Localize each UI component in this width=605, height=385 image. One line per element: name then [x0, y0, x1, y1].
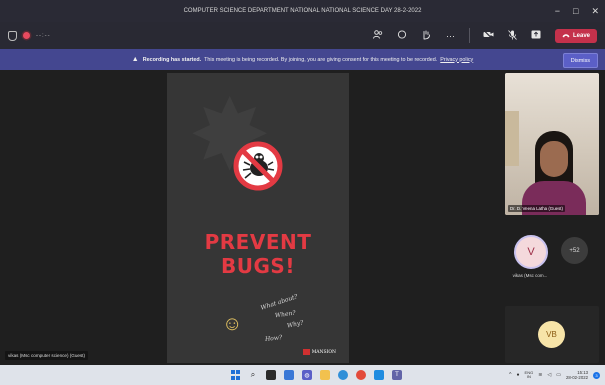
mic-off-icon[interactable] — [507, 29, 518, 42]
store-icon[interactable] — [374, 370, 384, 380]
taskbar-apps: ⌕ ◍ T — [230, 365, 402, 385]
recording-banner: ▲ Recording has started. This meeting is… — [0, 49, 605, 70]
language-indicator[interactable]: ENG IN — [525, 370, 534, 380]
slide-heading-line1: PREVENT — [204, 230, 312, 254]
recording-icon — [23, 32, 30, 39]
battery-icon[interactable]: ▭ — [556, 372, 561, 378]
chat-icon[interactable] — [397, 30, 408, 41]
toolbar-right: ··· Leave — [373, 22, 597, 49]
teams-icon[interactable]: T — [392, 370, 402, 380]
presentation-slide: ✸ PREVENT BUGS! What about? When? Why? H… — [167, 73, 349, 363]
search-icon[interactable]: ⌕ — [248, 370, 258, 380]
participant-avatar-vb: VB — [538, 321, 565, 348]
widgets-icon[interactable] — [284, 370, 294, 380]
shield-icon — [8, 30, 17, 41]
tray-chevron-icon[interactable]: ^ — [509, 372, 511, 378]
maximize-button[interactable]: □ — [573, 6, 578, 16]
slide-brand: MANSION — [302, 349, 336, 355]
participant-vb-tile[interactable]: VB — [505, 306, 599, 363]
slide-question-4: How? — [264, 334, 283, 343]
presenter-name-label: vikas (Msc computer science) (Guest) — [5, 351, 89, 360]
participant-avatar-v[interactable]: V — [514, 235, 548, 269]
brand-logo-icon — [302, 349, 310, 355]
dismiss-button[interactable]: Dismiss — [562, 53, 598, 68]
thinking-figure-icon: ☺ — [222, 313, 243, 335]
meeting-timer: --:-- — [36, 32, 51, 39]
meeting-toolbar: --:-- ··· Leave — [0, 22, 605, 49]
windows-start-icon[interactable] — [230, 370, 240, 380]
window-title: COMPUTER SCIENCE DEPARTMENT NATIONAL NAT… — [183, 8, 422, 14]
minimize-button[interactable]: − — [555, 6, 560, 16]
leave-label: Leave — [572, 32, 590, 39]
toolbar-divider — [468, 28, 470, 43]
slide-question-3: Why? — [286, 319, 305, 330]
more-options-icon[interactable]: ··· — [445, 31, 456, 41]
volume-icon[interactable]: ◁ — [547, 372, 551, 378]
participant-face — [540, 141, 568, 177]
notification-badge[interactable]: 3 — [593, 371, 600, 379]
tray-mic-icon[interactable]: ● — [517, 372, 520, 378]
windows-taskbar: ⌕ ◍ T ^ ● ENG IN ≋ ◁ ▭ 15:13 28-02-2022 … — [0, 365, 605, 385]
camera-off-icon[interactable] — [483, 30, 494, 41]
brand-name: MANSION — [311, 349, 336, 355]
slide-heading-line2: BUGS! — [221, 254, 295, 278]
phone-icon — [562, 34, 570, 38]
participant-video-tile[interactable]: Dr. D. Veena Latha (Guest) — [505, 73, 599, 215]
leave-button[interactable]: Leave — [554, 28, 597, 43]
language-region: IN — [526, 374, 531, 379]
share-screen-icon[interactable] — [531, 30, 542, 41]
window-controls: − □ ✕ — [555, 0, 599, 22]
clock[interactable]: 15:13 28-02-2022 — [566, 370, 588, 380]
task-view-icon[interactable] — [266, 370, 276, 380]
privacy-policy-link[interactable]: Privacy policy — [440, 57, 473, 63]
toolbar-left: --:-- — [8, 22, 51, 49]
warning-icon: ▲ — [131, 56, 139, 63]
file-explorer-icon[interactable] — [320, 370, 330, 380]
participant-video-name: Dr. D. Veena Latha (Guest) — [508, 205, 565, 212]
participant-avatar-v-label: vikas (Msc com... — [512, 273, 548, 278]
chrome-icon[interactable] — [356, 370, 366, 380]
wifi-icon[interactable]: ≋ — [538, 372, 542, 378]
slide-question-2: When? — [274, 309, 297, 320]
window-title-bar: COMPUTER SCIENCE DEPARTMENT NATIONAL NAT… — [0, 0, 605, 22]
people-icon[interactable] — [373, 30, 384, 41]
teams-chat-icon[interactable]: ◍ — [302, 370, 312, 380]
edge-icon[interactable] — [338, 370, 348, 380]
raise-hand-icon[interactable] — [421, 30, 432, 42]
more-participants-badge[interactable]: +52 — [561, 237, 588, 264]
banner-text: This meeting is being recorded. By joini… — [204, 56, 438, 63]
banner-title: Recording has started. — [142, 56, 202, 63]
no-bug-icon — [233, 141, 283, 191]
clock-date: 28-02-2022 — [566, 375, 588, 380]
close-button[interactable]: ✕ — [591, 6, 599, 17]
system-tray: ^ ● ENG IN ≋ ◁ ▭ 15:13 28-02-2022 3 — [509, 365, 600, 385]
video-shelf — [505, 111, 519, 166]
shared-screen-area: ✸ PREVENT BUGS! What about? When? Why? H… — [0, 70, 500, 365]
